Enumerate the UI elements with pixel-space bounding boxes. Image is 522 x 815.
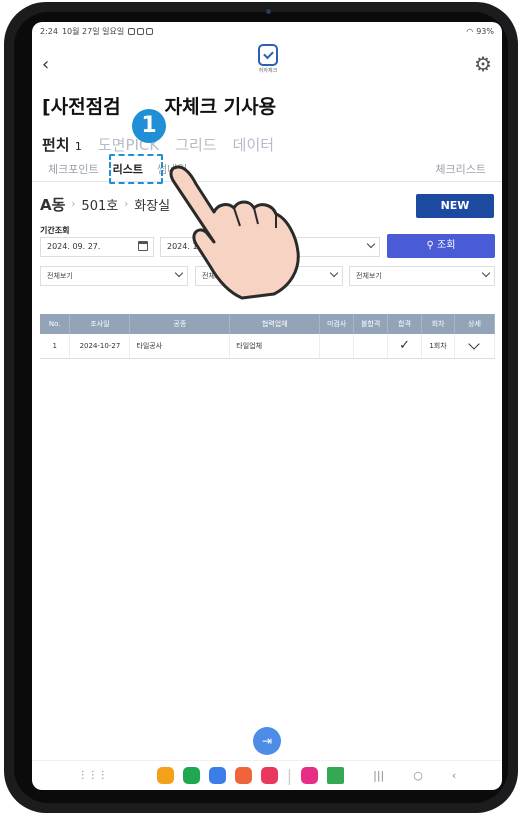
status-time: 2:24 (40, 26, 58, 36)
col-fail: 불합격 (353, 314, 389, 334)
back-nav-icon[interactable]: ‹ (452, 769, 456, 782)
breadcrumb-separator-icon: › (124, 199, 129, 210)
logo-label: 하자체크 (258, 68, 278, 74)
tab-checklist[interactable]: 체크리스트 (435, 161, 486, 177)
col-date: 조사일 (69, 314, 131, 334)
app-logo: 하자체크 (253, 44, 283, 74)
date-from-field[interactable]: 2024. 09. 27. (40, 237, 154, 257)
messages-app-icon[interactable] (208, 767, 226, 784)
recents-icon[interactable]: ||| (373, 769, 384, 782)
breadcrumb: A동 › 501호 › 화장실 (40, 194, 170, 215)
status-date: 10월 27일 일요일 (61, 26, 125, 36)
col-trade: 공종 (129, 314, 231, 334)
home-icon[interactable]: ○ (413, 769, 423, 782)
app-bar: ‹ 하자체크 ⚙ (32, 42, 502, 86)
camera-icon (266, 9, 271, 14)
folder-app-icon[interactable] (156, 767, 174, 784)
cell-partner: 타일업체 (229, 334, 321, 359)
gallery-app-icon[interactable] (301, 767, 319, 784)
notification-icons (128, 27, 154, 35)
phone-app-icon[interactable] (182, 767, 200, 784)
play-store-icon[interactable] (327, 767, 345, 784)
system-nav-bar: ⋮⋮⋮ | ||| ○ ‹ (32, 760, 502, 790)
col-no: No. (40, 314, 71, 334)
pass-check-icon: ✓ (387, 334, 423, 359)
col-round: 회차 (421, 314, 455, 334)
exit-icon: ⇥ (261, 734, 273, 748)
chevron-down-icon[interactable] (468, 338, 481, 350)
new-button[interactable]: NEW (416, 194, 494, 218)
col-pass: 합격 (387, 314, 423, 334)
cell-fail (353, 334, 389, 359)
step-number-badge: 1 (132, 109, 166, 143)
status-bar: 2:24 10월 27일 일요일 ◠ 93% (32, 22, 502, 40)
expand-cell[interactable] (454, 334, 496, 359)
col-partner: 협력업체 (229, 314, 321, 334)
cell-round: 1회차 (421, 334, 455, 359)
exit-button[interactable]: ⇥ (253, 727, 281, 755)
contacts-app-icon[interactable] (234, 767, 252, 784)
filter-dropdown-3[interactable]: 전체보기 (349, 266, 495, 286)
tab-grid[interactable]: 그리드 (175, 134, 216, 155)
search-icon: ⚲ (426, 240, 434, 251)
table-row[interactable]: 1 2024-10-27 타일공사 타일업체 ✓ 1회차 (40, 334, 496, 359)
breadcrumb-unit[interactable]: 501호 (81, 195, 118, 214)
breadcrumb-building[interactable]: A동 (40, 194, 65, 215)
chevron-down-icon (481, 268, 491, 278)
col-uninspected: 미검사 (319, 314, 355, 334)
table-header-row: No. 조사일 공종 협력업체 미검사 불합격 합격 회차 상세 (40, 314, 496, 334)
camera-app-icon[interactable] (260, 767, 278, 784)
tab-punch[interactable]: 펀치 1 (42, 134, 82, 155)
app-drawer-icon[interactable]: ⋮⋮⋮ (78, 770, 108, 781)
inspection-table: No. 조사일 공종 협력업체 미검사 불합격 합격 회차 상세 1 2024-… (40, 314, 496, 359)
pointing-hand-icon (169, 165, 300, 300)
cell-date: 2024-10-27 (69, 334, 131, 359)
page-title-start: [사전점검 (42, 96, 121, 118)
wifi-icon: ◠ (466, 26, 474, 36)
tab-checkpoint[interactable]: 체크포인트 (48, 161, 99, 177)
checklist-logo-icon (258, 44, 278, 66)
settings-gear-icon[interactable]: ⚙ (474, 52, 492, 76)
search-button[interactable]: ⚲ 조회 (387, 234, 495, 258)
period-label: 기간조회 (40, 226, 70, 235)
cell-uninspected (319, 334, 355, 359)
cell-no: 1 (40, 334, 71, 359)
col-detail: 상세 (454, 314, 496, 334)
chevron-down-icon (366, 239, 376, 249)
battery-level: 93% (476, 26, 494, 36)
calendar-icon (138, 241, 148, 251)
screen: 2:24 10월 27일 일요일 ◠ 93% ‹ 하자체크 ⚙ [사전점검 자체크… (32, 22, 502, 790)
tab-data[interactable]: 데이터 (233, 134, 274, 155)
breadcrumb-separator-icon: › (71, 199, 76, 210)
dock-divider: | (286, 766, 293, 785)
chevron-down-icon (329, 268, 339, 278)
cell-trade: 타일공사 (129, 334, 231, 359)
back-arrow-icon[interactable]: ‹ (42, 54, 49, 75)
highlight-box (109, 154, 163, 184)
page-title-end: 자체크 기사용 (164, 96, 277, 118)
